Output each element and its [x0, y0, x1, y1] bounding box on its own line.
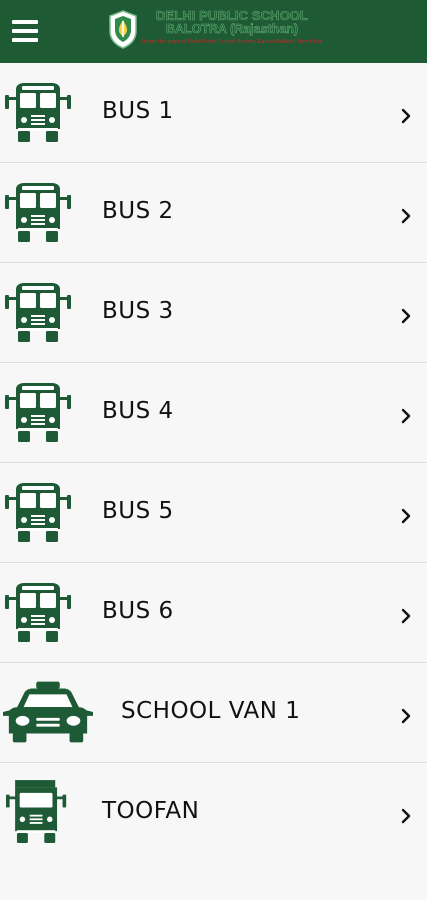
- bus-icon: [5, 183, 71, 242]
- chevron-right-icon: [401, 308, 411, 324]
- vehicle-label: BUS 3: [102, 298, 174, 324]
- chevron-right-icon: [401, 708, 411, 724]
- vehicle-row-bus-2[interactable]: BUS 2: [0, 163, 427, 263]
- chevron-right-icon: [401, 208, 411, 224]
- chevron-right-icon: [401, 808, 411, 824]
- vehicle-row-bus-5[interactable]: BUS 5: [0, 463, 427, 563]
- vehicle-row-bus-1[interactable]: BUS 1: [0, 63, 427, 163]
- app-header: DELHI PUBLIC SCHOOL BALOTRA (Rajasthan) …: [0, 0, 427, 63]
- vehicle-label: BUS 5: [102, 498, 174, 524]
- school-location: BALOTRA (Rajasthan): [165, 22, 299, 36]
- chevron-right-icon: [401, 508, 411, 524]
- school-logo: DELHI PUBLIC SCHOOL BALOTRA (Rajasthan) …: [106, 8, 326, 54]
- vehicle-row-bus-6[interactable]: BUS 6: [0, 563, 427, 663]
- vehicle-label: BUS 1: [102, 98, 174, 124]
- bus-icon: [5, 483, 71, 542]
- hamburger-menu-icon[interactable]: [10, 16, 42, 46]
- chevron-right-icon: [401, 608, 411, 624]
- chevron-right-icon: [401, 408, 411, 424]
- vehicle-row-bus-4[interactable]: BUS 4: [0, 363, 427, 463]
- vehicle-label: BUS 4: [102, 398, 174, 424]
- app-screen: DELHI PUBLIC SCHOOL BALOTRA (Rajasthan) …: [0, 0, 427, 900]
- school-tagline: Under the aegis of Delhi Public School S…: [141, 39, 323, 45]
- taxi-icon: [3, 681, 93, 743]
- chevron-right-icon: [401, 108, 411, 124]
- vehicle-row-school-van-1[interactable]: SCHOOL VAN 1: [0, 663, 427, 763]
- vehicle-label: SCHOOL VAN 1: [121, 698, 301, 724]
- bus-icon: [5, 83, 71, 142]
- bus-icon: [5, 583, 71, 642]
- vehicle-label: BUS 6: [102, 598, 174, 624]
- vehicle-row-toofan[interactable]: TOOFAN: [0, 763, 427, 862]
- school-emblem-icon: [109, 10, 137, 49]
- vehicle-label: TOOFAN: [102, 798, 200, 824]
- bus-icon: [5, 283, 71, 342]
- truck-icon: [6, 780, 67, 843]
- vehicle-row-bus-3[interactable]: BUS 3: [0, 263, 427, 363]
- bus-icon: [5, 383, 71, 442]
- vehicle-list: BUS 1 BUS 2 BUS 3 BUS 4 BUS 5 BUS 6 SCHO…: [0, 63, 427, 862]
- vehicle-label: BUS 2: [102, 198, 174, 224]
- school-name: DELHI PUBLIC SCHOOL: [155, 8, 309, 23]
